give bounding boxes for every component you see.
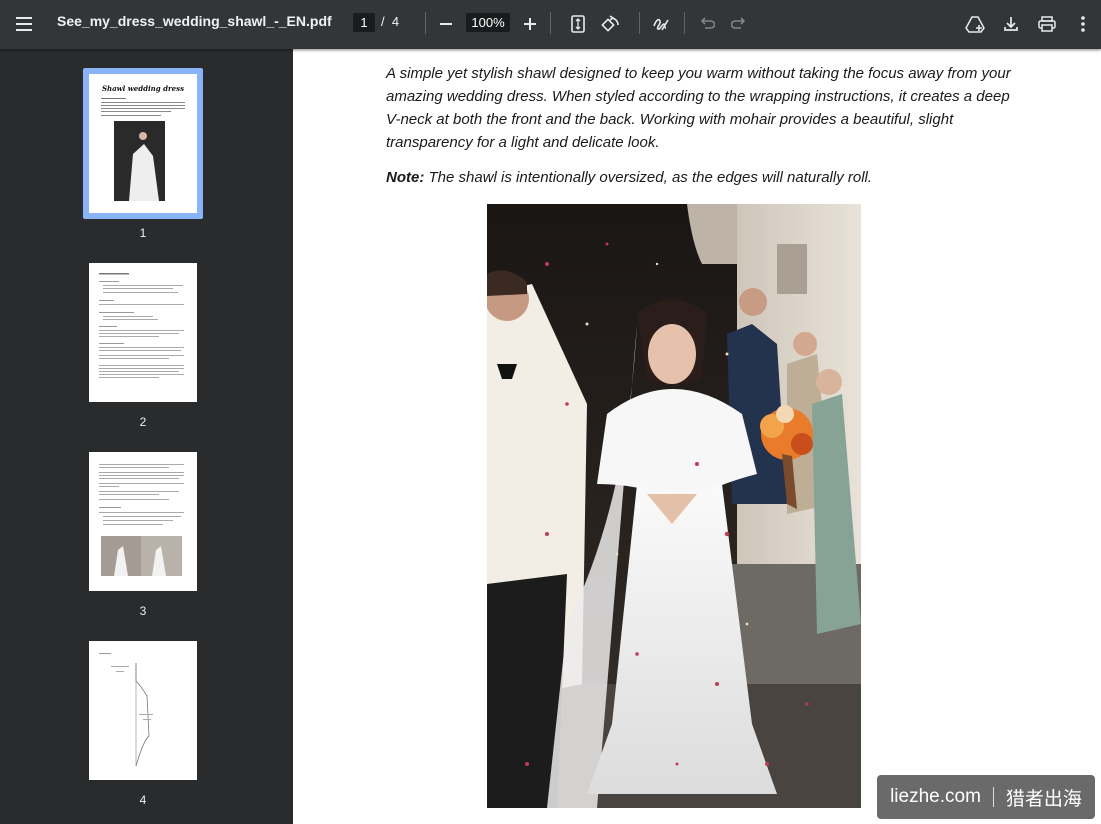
document-title: See_my_dress_wedding_shawl_-_EN.pdf (57, 13, 332, 29)
intro-paragraph: A simple yet stylish shawl designed to k… (386, 65, 1011, 151)
pdf-toolbar: See_my_dress_wedding_shawl_-_EN.pdf 1 / … (0, 0, 1101, 49)
undo-icon[interactable] (691, 9, 723, 39)
redo-icon[interactable] (723, 9, 755, 39)
page-count: / 4 (381, 14, 399, 29)
page-thumbnail-3[interactable] (89, 452, 197, 591)
watermark-name: 猎者出海 (1005, 788, 1082, 810)
note-label: Note: (386, 169, 425, 186)
divider (550, 12, 551, 34)
divider (639, 12, 640, 34)
site-watermark: liezhe.com 猎者出海 (877, 775, 1095, 819)
wedding-photo (487, 204, 861, 808)
drive-icon[interactable] (959, 9, 991, 39)
thumbnail-label: 1 (139, 226, 147, 240)
page-thumbnail-1[interactable]: Shawl wedding dress (89, 74, 197, 213)
more-icon[interactable] (1067, 9, 1099, 39)
page-thumbnail-4[interactable] (89, 641, 197, 780)
print-icon[interactable] (1031, 9, 1063, 39)
pdf-page-view: A simple yet stylish shawl designed to k… (293, 49, 1101, 824)
note-text: The shawl is intentionally oversized, as… (424, 169, 873, 186)
download-icon[interactable] (995, 9, 1027, 39)
divider (425, 12, 426, 34)
page-separator: / (381, 14, 385, 29)
thumbnail-label: 3 (139, 604, 147, 618)
fit-page-icon[interactable] (562, 9, 594, 39)
watermark-divider (992, 787, 994, 807)
watermark-site: liezhe.com (890, 786, 981, 807)
menu-icon[interactable] (9, 9, 41, 39)
zoom-in-icon[interactable] (514, 9, 546, 39)
svg-text:Shawl wedding dress: Shawl wedding dress (102, 84, 184, 93)
note-paragraph: Note: The shawl is intentionally oversiz… (386, 166, 1026, 189)
page-number-input[interactable]: 1 (353, 13, 375, 32)
page-thumbnail-2[interactable] (89, 263, 197, 402)
thumbnail-label: 2 (139, 415, 147, 429)
total-pages: 4 (391, 14, 400, 29)
divider (684, 12, 685, 34)
zoom-out-icon[interactable] (430, 9, 462, 39)
zoom-level-input[interactable]: 100% (466, 13, 510, 32)
annotate-icon[interactable] (645, 9, 677, 39)
thumbnail-label: 4 (139, 793, 147, 807)
rotate-icon[interactable] (595, 9, 627, 39)
